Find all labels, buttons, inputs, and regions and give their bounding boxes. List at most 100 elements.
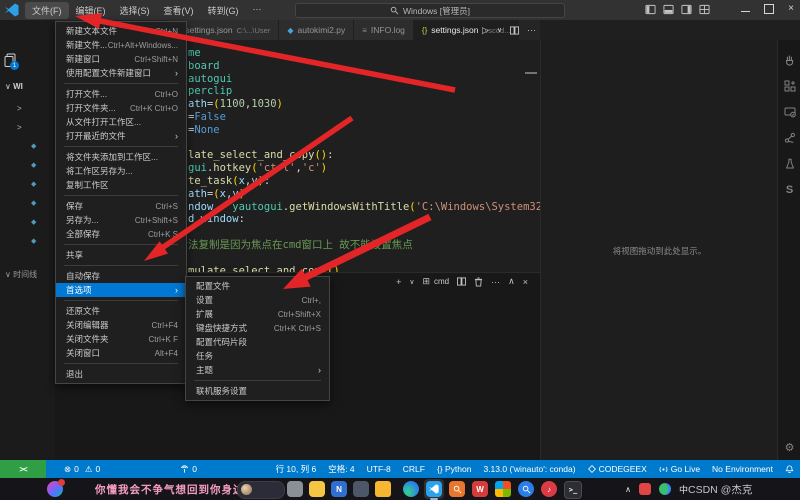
tree-python-file-1[interactable]: ◆	[31, 161, 36, 169]
file-menu-item-auto-save[interactable]: 自动保存	[56, 269, 186, 283]
maximize-panel-button[interactable]: ∧	[508, 276, 515, 287]
status-go-live[interactable]: Go Live	[653, 464, 706, 474]
file-menu-item-new-file[interactable]: 新建文件... Ctrl+Alt+Windows...	[56, 38, 186, 52]
menubar-item-file-menu[interactable]: 文件(F)	[25, 1, 69, 19]
file-menu-item-share[interactable]: 共享	[56, 248, 186, 262]
preferences-item-keyboard-shortcuts[interactable]: 键盘快捷方式 Ctrl+K Ctrl+S	[186, 321, 329, 335]
run-dropdown[interactable]: ∨	[497, 26, 502, 34]
beaker-icon[interactable]	[782, 156, 797, 171]
status-cursor-position[interactable]: 行 10, 列 6	[270, 463, 323, 475]
file-menu-item-save-all[interactable]: 全部保存 Ctrl+K S	[56, 227, 186, 241]
app-window[interactable]	[287, 481, 303, 497]
close-button[interactable]: ×	[788, 3, 794, 14]
folder[interactable]	[375, 481, 391, 497]
file-menu-item-close-window[interactable]: 关闭窗口 Alt+F4	[56, 346, 186, 360]
preferences-item-extensions[interactable]: 扩展 Ctrl+Shift+X	[186, 307, 329, 321]
status-eol[interactable]: CRLF	[397, 464, 431, 474]
remote-screen-icon[interactable]	[782, 104, 797, 119]
terminal-launch-profile[interactable]: ⊞	[422, 276, 430, 287]
preferences-item-themes[interactable]: 主题 ›	[186, 363, 329, 377]
file-menu-item-open-file[interactable]: 打开文件... Ctrl+O	[56, 87, 186, 101]
file-menu-item-new-text-file[interactable]: 新建文本文件 Ctrl+N	[56, 24, 186, 38]
file-menu-item-save-workspace-as[interactable]: 将工作区另存为...	[56, 164, 186, 178]
share-icon[interactable]	[782, 130, 797, 145]
file-menu-item-exit[interactable]: 退出	[56, 367, 186, 381]
file-menu-item-duplicate-workspace[interactable]: 复制工作区	[56, 178, 186, 192]
app-blue[interactable]: N	[331, 481, 347, 497]
toggle-secondary-sidebar-icon[interactable]	[681, 4, 692, 15]
restore-button[interactable]	[764, 3, 775, 14]
status-notifications[interactable]	[779, 464, 800, 474]
wps-office[interactable]: W	[472, 481, 488, 497]
extensions-icon[interactable]	[782, 78, 797, 93]
close-panel-button[interactable]: ×	[523, 277, 528, 287]
customize-layout-icon[interactable]	[699, 4, 710, 15]
s-icon[interactable]: S	[782, 182, 797, 197]
ports-indicator[interactable]: 0	[174, 464, 203, 474]
terminal-more-button[interactable]: ···	[491, 277, 500, 287]
tab-autokimi2-py[interactable]: ◆ autokimi2.py	[279, 20, 355, 40]
tree-python-file-0[interactable]: ◆	[31, 142, 36, 150]
toggle-sidebar-icon[interactable]	[645, 4, 656, 15]
magnifier-app[interactable]	[518, 481, 534, 497]
menubar-item-edit-menu[interactable]: 编辑(E)	[69, 2, 113, 19]
tree-folder-row-0[interactable]: >	[17, 104, 22, 113]
new-terminal-button[interactable]: +	[396, 277, 401, 287]
gear-icon[interactable]: ⚙	[782, 440, 797, 455]
app-slate[interactable]	[353, 481, 369, 497]
status-encoding[interactable]: UTF-8	[361, 464, 397, 474]
preferences-item-online-services[interactable]: 联机服务设置	[186, 384, 329, 398]
file-menu-item-save[interactable]: 保存 Ctrl+S	[56, 199, 186, 213]
preferences-item-tasks[interactable]: 任务	[186, 349, 329, 363]
run-button[interactable]: ▷	[482, 25, 489, 36]
file-menu-item-close-editor[interactable]: 关闭编辑器 Ctrl+F4	[56, 318, 186, 332]
minimize-button[interactable]	[741, 11, 751, 12]
editor-more-button[interactable]: ···	[527, 25, 536, 35]
file-menu-item-preferences[interactable]: 首选项 ›	[56, 283, 186, 297]
sticky-notes[interactable]	[309, 481, 325, 497]
terminal-app[interactable]: >_	[564, 481, 582, 499]
ime-indicator[interactable]: 中	[679, 483, 688, 496]
netease-music[interactable]: ♪	[541, 481, 557, 497]
menubar-item-goto-menu[interactable]: 转到(G)	[201, 2, 246, 19]
status-indentation[interactable]: 空格: 4	[322, 463, 360, 475]
tab-info-log[interactable]: ≡ INFO.log	[354, 20, 414, 40]
tree-folder-row-1[interactable]: >	[17, 123, 22, 132]
everything-search[interactable]	[449, 481, 465, 497]
tray-expand-chevron[interactable]: ∧	[625, 485, 631, 494]
tray-status-dot[interactable]	[658, 483, 671, 495]
tree-python-file-2[interactable]: ◆	[31, 180, 36, 188]
file-menu-item-new-window[interactable]: 新建窗口 Ctrl+Shift+N	[56, 52, 186, 66]
hand-icon[interactable]	[782, 52, 797, 67]
preferences-item-profiles[interactable]: 配置文件	[186, 279, 329, 293]
secondary-sidebar[interactable]: 将视图拖动到此处显示。	[540, 40, 778, 460]
remote-indicator[interactable]: ><	[0, 460, 46, 478]
terminal-profile-dropdown[interactable]: ∨	[409, 278, 414, 286]
toggle-panel-icon[interactable]	[663, 4, 674, 15]
tree-python-file-4[interactable]: ◆	[31, 218, 36, 226]
tree-python-file-5[interactable]: ◆	[31, 237, 36, 245]
file-menu-item-add-folder-to-workspace[interactable]: 将文件夹添加到工作区...	[56, 150, 186, 164]
file-menu-item-open-workspace-from-file[interactable]: 从文件打开工作区...	[56, 115, 186, 129]
vscode[interactable]	[426, 481, 442, 497]
file-menu-item-new-window-with-profile[interactable]: 使用配置文件新建窗口 ›	[56, 66, 186, 80]
file-menu-item-save-as[interactable]: 另存为... Ctrl+Shift+S	[56, 213, 186, 227]
tree-python-file-3[interactable]: ◆	[31, 199, 36, 207]
status-python-interpreter[interactable]: 3.13.0 ('winauto': conda)	[477, 464, 581, 474]
workspace-folder-row[interactable]: ∨ WI	[5, 82, 23, 91]
file-menu-item-open-recent[interactable]: 打开最近的文件 ›	[56, 129, 186, 143]
split-terminal-button[interactable]	[457, 277, 467, 286]
menubar-item-view-menu[interactable]: 查看(V)	[157, 2, 201, 19]
kill-terminal-button[interactable]	[474, 277, 483, 287]
menubar-item-menubar-overflow[interactable]: ···	[246, 2, 269, 19]
command-center[interactable]: Windows [管理员]	[295, 3, 565, 18]
split-editor-button[interactable]	[510, 25, 519, 35]
preferences-item-snippets[interactable]: 配置代码片段	[186, 335, 329, 349]
color-grid[interactable]	[495, 481, 511, 497]
preferences-item-settings[interactable]: 设置 Ctrl+,	[186, 293, 329, 307]
tray-red-app[interactable]	[638, 483, 651, 495]
timeline-section-row[interactable]: ∨ 时间线	[5, 269, 53, 280]
menubar-item-selection-menu[interactable]: 选择(S)	[113, 2, 157, 19]
edge-browser[interactable]	[403, 481, 419, 497]
file-menu-item-revert-file[interactable]: 还原文件	[56, 304, 186, 318]
